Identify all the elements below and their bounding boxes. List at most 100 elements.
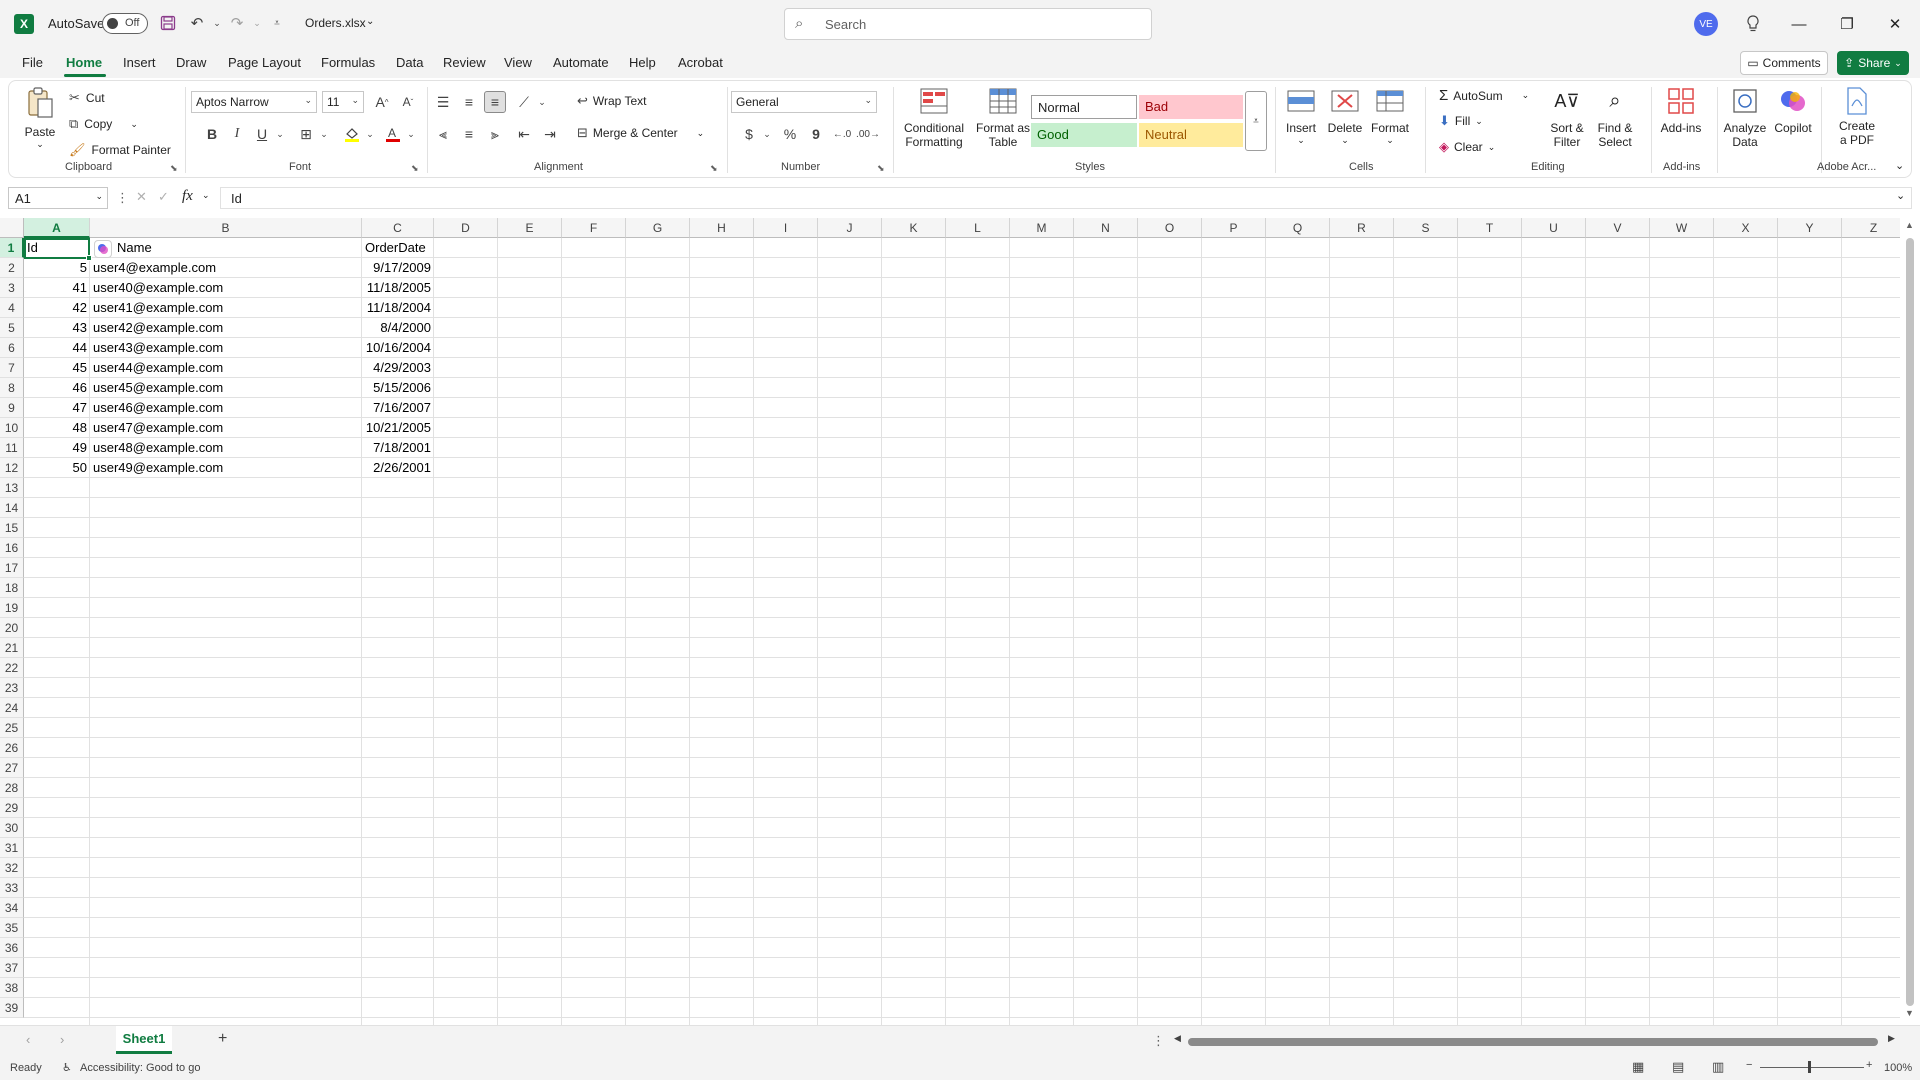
scroll-up-icon[interactable]: ▲ [1905, 220, 1914, 230]
sheet-tab-sheet1[interactable]: Sheet1 [116, 1026, 172, 1054]
bold-button[interactable]: B [201, 123, 223, 145]
row-header[interactable]: 24 [0, 698, 24, 718]
style-bad[interactable]: Bad [1139, 95, 1243, 119]
align-right-icon[interactable]: ⫸ [484, 123, 506, 145]
zoom-out-icon[interactable]: − [1746, 1059, 1752, 1071]
tab-draw[interactable]: Draw [176, 55, 206, 70]
merge-center-button[interactable]: ⊟ Merge & Center ⌄ [577, 125, 704, 141]
percent-button[interactable]: % [779, 123, 801, 145]
row-header[interactable]: 29 [0, 798, 24, 818]
delete-cells-button[interactable]: Delete ⌄ [1323, 85, 1367, 146]
scroll-right-icon[interactable]: ▶ [1888, 1033, 1895, 1044]
row-header[interactable]: 38 [0, 978, 24, 998]
row-header[interactable]: 19 [0, 598, 24, 618]
cell-name[interactable]: user4@example.com [90, 258, 362, 278]
restore-icon[interactable]: ❐ [1832, 12, 1862, 36]
redo-icon[interactable]: ↷ [226, 12, 248, 34]
row-header[interactable]: 22 [0, 658, 24, 678]
cell-name[interactable]: user44@example.com [90, 358, 362, 378]
align-left-icon[interactable]: ⫷ [432, 123, 454, 145]
number-format-dropdown[interactable]: General ⌄ [731, 91, 877, 113]
column-header[interactable]: Q [1266, 218, 1330, 238]
format-painter-button[interactable]: 🖌 Format Painter [69, 139, 171, 161]
cell-id[interactable]: 49 [24, 438, 90, 458]
fill-handle[interactable] [86, 255, 92, 261]
row-header[interactable]: 13 [0, 478, 24, 498]
font-name-dropdown[interactable]: Aptos Narrow ⌄ [191, 91, 317, 113]
cell-name[interactable]: user48@example.com [90, 438, 362, 458]
column-header[interactable]: O [1138, 218, 1202, 238]
align-bottom-icon[interactable]: ≡ [484, 91, 506, 113]
row-header[interactable]: 31 [0, 838, 24, 858]
cell-orderdate[interactable]: 11/18/2004 [362, 298, 434, 318]
font-size-dropdown[interactable]: 11 ⌄ [322, 91, 364, 113]
vertical-scrollbar[interactable]: ▲ ▼ [1900, 218, 1920, 1025]
align-top-icon[interactable]: ☰ [432, 91, 454, 113]
cell-id[interactable]: 42 [24, 298, 90, 318]
increase-decimal-icon[interactable]: ←.0 [831, 123, 853, 145]
add-ins-button[interactable]: Add-ins [1655, 85, 1707, 135]
enter-icon[interactable]: ✓ [158, 189, 169, 205]
row-header[interactable]: 8 [0, 378, 24, 398]
add-sheet-button[interactable]: + [218, 1030, 227, 1048]
format-cells-button[interactable]: Format ⌄ [1367, 85, 1413, 146]
column-header[interactable]: C [362, 218, 434, 238]
column-header[interactable]: J [818, 218, 882, 238]
header-cell-name[interactable]: Name [114, 238, 362, 258]
column-header[interactable]: T [1458, 218, 1522, 238]
name-box[interactable]: A1 ⌄ [8, 187, 108, 209]
row-header[interactable]: 3 [0, 278, 24, 298]
column-header[interactable]: R [1330, 218, 1394, 238]
font-launcher-icon[interactable]: ⬊ [411, 163, 419, 174]
avatar[interactable]: VE [1694, 12, 1718, 36]
collapse-ribbon-icon[interactable]: ⌄ [1895, 159, 1904, 172]
column-header[interactable]: P [1202, 218, 1266, 238]
sort-filter-button[interactable]: A⊽ Sort & Filter [1545, 85, 1589, 150]
cell-orderdate[interactable]: 8/4/2000 [362, 318, 434, 338]
fx-chevron-icon[interactable]: ⌄ [202, 190, 210, 201]
cell-name[interactable]: user41@example.com [90, 298, 362, 318]
number-launcher-icon[interactable]: ⬊ [877, 163, 885, 174]
cell-name[interactable]: user40@example.com [90, 278, 362, 298]
wrap-text-button[interactable]: ↩ Wrap Text [577, 93, 646, 109]
cell-name[interactable]: user43@example.com [90, 338, 362, 358]
page-break-view-icon[interactable]: ▥ [1712, 1059, 1724, 1075]
file-name-chevron-icon[interactable]: ⌄ [366, 16, 374, 27]
cell-name[interactable]: user45@example.com [90, 378, 362, 398]
zoom-slider[interactable] [1760, 1067, 1864, 1068]
cell-id[interactable]: 47 [24, 398, 90, 418]
file-name[interactable]: Orders.xlsx [305, 16, 366, 30]
styles-more-icon[interactable]: ⩡ [1245, 91, 1267, 151]
shrink-font-icon[interactable]: Aˇ [397, 91, 419, 113]
row-header[interactable]: 37 [0, 958, 24, 978]
cell-id[interactable]: 41 [24, 278, 90, 298]
header-cell-orderdate[interactable]: OrderDate [362, 238, 434, 258]
row-header[interactable]: 34 [0, 898, 24, 918]
decrease-decimal-icon[interactable]: .00→ [856, 123, 880, 145]
row-header[interactable]: 36 [0, 938, 24, 958]
row-header[interactable]: 35 [0, 918, 24, 938]
expand-formula-icon[interactable]: ⌄ [1896, 189, 1905, 202]
tab-view[interactable]: View [504, 55, 532, 70]
column-header[interactable]: E [498, 218, 562, 238]
tab-formulas[interactable]: Formulas [321, 55, 375, 70]
row-header[interactable]: 6 [0, 338, 24, 358]
cell-id[interactable]: 48 [24, 418, 90, 438]
alignment-launcher-icon[interactable]: ⬊ [710, 163, 718, 174]
column-header[interactable]: F [562, 218, 626, 238]
italic-button[interactable]: I [226, 123, 248, 145]
fill-color-dropdown-icon[interactable]: ⌄ [359, 123, 381, 145]
clipboard-launcher-icon[interactable]: ⬊ [170, 163, 178, 174]
row-header[interactable]: 17 [0, 558, 24, 578]
column-header[interactable]: K [882, 218, 946, 238]
tab-file[interactable]: File [22, 55, 43, 70]
save-icon[interactable] [157, 12, 179, 34]
column-header[interactable]: A [24, 218, 90, 238]
column-header[interactable]: I [754, 218, 818, 238]
cell-id[interactable]: 5 [24, 258, 90, 278]
copy-button[interactable]: ⧉ Copy ⌄ [69, 113, 138, 135]
row-header[interactable]: 25 [0, 718, 24, 738]
close-icon[interactable]: ✕ [1880, 12, 1910, 36]
cut-button[interactable]: ✂ Cut [69, 87, 105, 109]
row-header[interactable]: 2 [0, 258, 24, 278]
